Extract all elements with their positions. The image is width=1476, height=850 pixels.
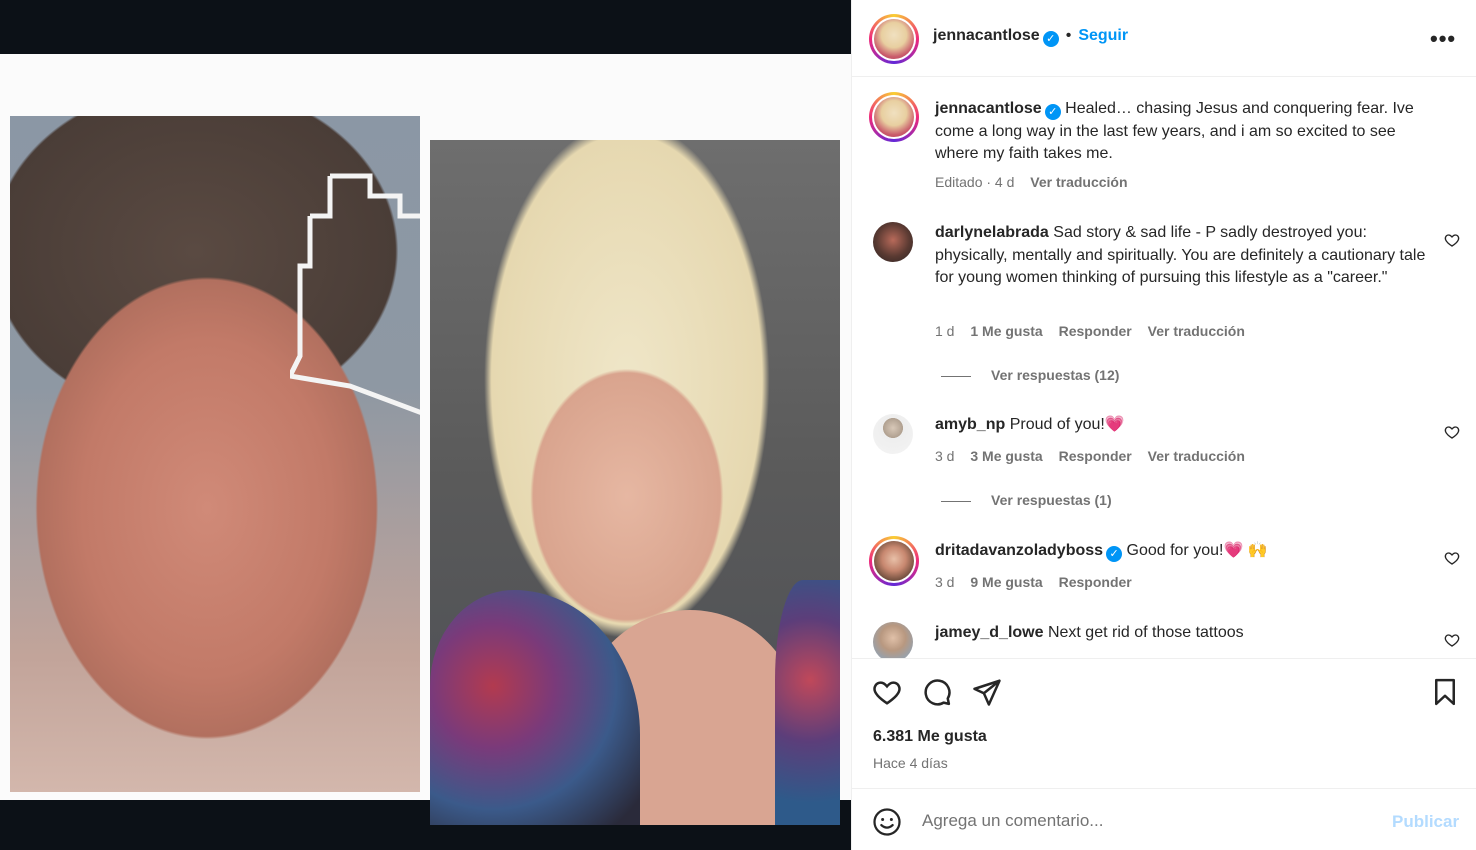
avatar-image	[874, 97, 914, 137]
caption-body: jennacantlose ✓ Healed… chasing Jesus and…	[935, 98, 1435, 166]
avatar-frame	[872, 17, 916, 61]
photo-region	[775, 580, 840, 825]
likes-count[interactable]: 6.381 Me gusta	[873, 728, 987, 746]
caption-avatar[interactable]	[869, 92, 919, 142]
comment-username[interactable]: darlynelabrada	[935, 224, 1049, 241]
comment-input[interactable]	[922, 808, 1362, 834]
post-header: jennacantlose ✓ • Seguir •••	[852, 0, 1476, 77]
comment-username[interactable]: dritadavanzoladyboss	[935, 542, 1103, 559]
avatar-frame	[872, 95, 916, 139]
heart-icon[interactable]	[872, 677, 902, 707]
caption-edited: Editado · 4 d	[935, 174, 1015, 190]
comment-meta: 3 d 3 Me gusta Responder Ver traducción	[935, 448, 1257, 464]
comment-likes[interactable]: 3 Me gusta	[970, 448, 1042, 464]
replies-line	[941, 500, 971, 502]
comment-text: Next get rid of those tattoos	[1047, 624, 1244, 641]
comment-like-heart-icon[interactable]	[1444, 550, 1460, 566]
avatar-image	[874, 541, 914, 581]
post-side-panel: jennacantlose ✓ • Seguir ••• jennacantlose ✓…	[851, 0, 1476, 850]
comment-reply-button[interactable]: Responder	[1059, 448, 1132, 464]
comment-time[interactable]: 3 d	[935, 448, 954, 464]
caption-meta: Editado · 4 d Ver traducción	[935, 174, 1140, 190]
commenter-avatar[interactable]	[873, 222, 913, 262]
comment-composer: Publicar	[852, 788, 1476, 850]
follow-button[interactable]: Seguir	[1078, 27, 1128, 44]
comment-like-heart-icon[interactable]	[1444, 424, 1460, 440]
replies-line	[941, 375, 971, 377]
view-replies-button[interactable]: Ver respuestas (1)	[941, 492, 1112, 508]
comment-meta: 3 d 9 Me gusta Responder	[935, 574, 1144, 590]
comment-translate-link[interactable]: Ver traducción	[1148, 323, 1245, 339]
commenter-avatar[interactable]	[873, 414, 913, 454]
media-image-frame	[0, 54, 851, 825]
photo-region	[430, 590, 640, 825]
comment-meta: 1 d 1 Me gusta Responder Ver traducción	[935, 323, 1257, 339]
post-media	[0, 0, 851, 850]
comment-body: jamey_d_lowe Next get rid of those tatto…	[935, 622, 1435, 645]
comment-time[interactable]: 1 d	[935, 323, 954, 339]
post-timestamp[interactable]: Hace 4 días	[873, 755, 948, 771]
comments-list[interactable]: jennacantlose ✓ Healed… chasing Jesus and…	[852, 78, 1476, 658]
view-replies-button[interactable]: Ver respuestas (12)	[941, 367, 1119, 383]
verified-badge-icon: ✓	[1042, 31, 1059, 47]
comment-reply-button[interactable]: Responder	[1059, 574, 1132, 590]
state-outline-graphic	[290, 173, 420, 415]
emoji-icon[interactable]	[872, 807, 902, 837]
author-username[interactable]: jennacantlose	[933, 27, 1040, 44]
comment-likes[interactable]: 9 Me gusta	[970, 574, 1042, 590]
paper-plane-icon[interactable]	[972, 677, 1002, 707]
avatar-image	[874, 19, 914, 59]
comment-body: dritadavanzoladyboss ✓ Good for you!💗 🙌	[935, 540, 1435, 563]
comment-body: amyb_np Proud of you!💗	[935, 414, 1435, 437]
commenter-avatar[interactable]	[869, 536, 919, 586]
comment-translate-link[interactable]: Ver traducción	[1148, 448, 1245, 464]
comment-text: Good for you!💗 🙌	[1126, 542, 1268, 559]
caption-username[interactable]: jennacantlose	[935, 100, 1042, 117]
separator-dot: •	[1065, 27, 1072, 44]
comment-username[interactable]: amyb_np	[935, 416, 1005, 433]
comment-time[interactable]: 3 d	[935, 574, 954, 590]
caption-translate-link[interactable]: Ver traducción	[1030, 174, 1127, 190]
comment-like-heart-icon[interactable]	[1444, 632, 1460, 648]
bookmark-icon[interactable]	[1430, 677, 1460, 707]
after-photo	[430, 140, 840, 825]
publish-button[interactable]: Publicar	[1392, 812, 1459, 832]
comment-body: darlynelabrada Sad story & sad life - P …	[935, 222, 1435, 290]
post-actions: 6.381 Me gusta Hace 4 días	[852, 658, 1476, 788]
comment-reply-button[interactable]: Responder	[1059, 323, 1132, 339]
view-replies-label: Ver respuestas (12)	[991, 367, 1120, 383]
avatar-frame	[872, 539, 916, 583]
verified-badge-icon: ✓	[1106, 546, 1123, 562]
verified-badge-icon: ✓	[1044, 104, 1061, 120]
comment-icon[interactable]	[922, 677, 952, 707]
commenter-avatar[interactable]	[873, 622, 913, 658]
author-avatar[interactable]	[869, 14, 919, 64]
comment-like-heart-icon[interactable]	[1444, 232, 1460, 248]
comment-username[interactable]: jamey_d_lowe	[935, 624, 1044, 641]
author-row: jennacantlose ✓ • Seguir	[933, 27, 1128, 47]
before-photo	[10, 116, 420, 792]
view-replies-label: Ver respuestas (1)	[991, 492, 1112, 508]
comment-text: Proud of you!💗	[1009, 416, 1125, 433]
comment-likes[interactable]: 1 Me gusta	[970, 323, 1042, 339]
more-options-icon[interactable]: •••	[1430, 26, 1456, 52]
